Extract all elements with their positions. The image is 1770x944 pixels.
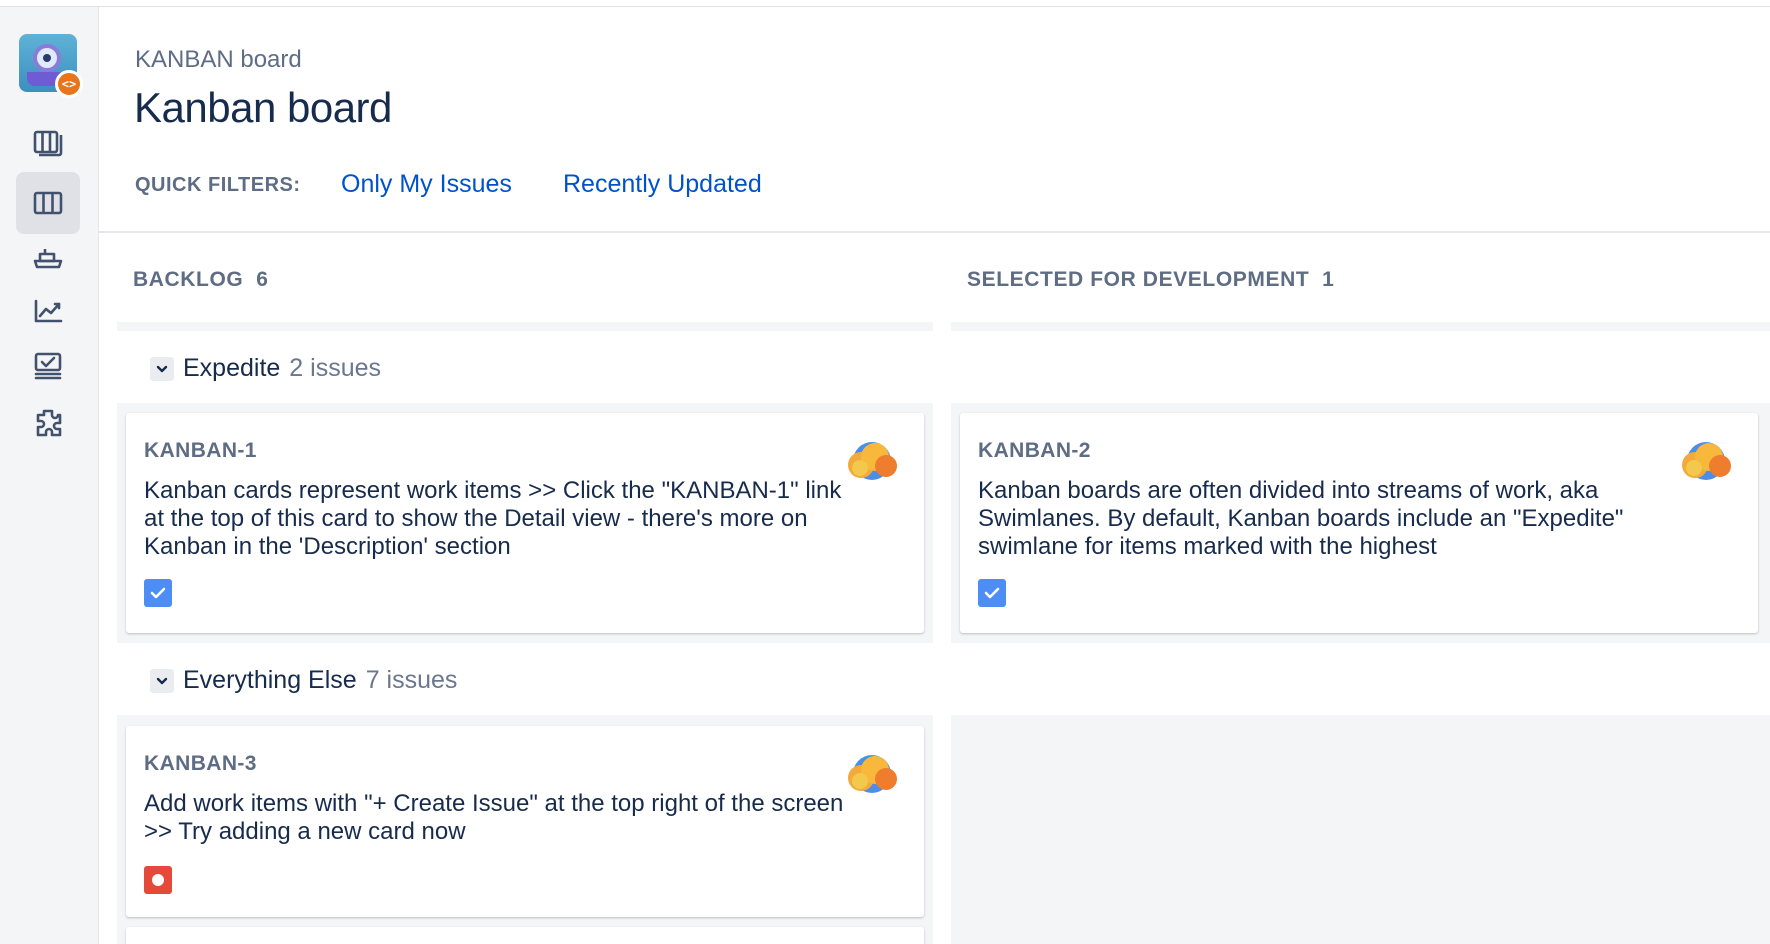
issue-key[interactable]: KANBAN-2	[978, 439, 1091, 463]
backlog-icon[interactable]	[16, 111, 80, 173]
filter-only-my-issues[interactable]: Only My Issues	[341, 170, 512, 199]
addons-icon[interactable]	[16, 392, 80, 454]
code-badge-icon: <>	[55, 70, 83, 98]
lane-cell	[951, 715, 1770, 944]
column-header-backlog: BACKLOG 6	[133, 268, 269, 292]
swimlane-name: Everything Else	[183, 666, 357, 694]
issue-summary: Kanban boards are often divided into str…	[978, 477, 1624, 560]
project-sidebar: <>	[0, 7, 99, 944]
issue-summary: Add work items with "+ Create Issue" at …	[144, 790, 844, 845]
bug-type-icon	[144, 866, 172, 894]
breadcrumb[interactable]: KANBAN board	[135, 46, 302, 74]
page-title: Kanban board	[134, 84, 392, 131]
issue-key[interactable]: KANBAN-3	[144, 752, 257, 776]
column-name: SELECTED FOR DEVELOPMENT	[967, 268, 1310, 291]
issue-card[interactable]: KANBAN-3 Add work items with "+ Create I…	[126, 726, 924, 917]
reports-icon[interactable]	[16, 280, 80, 342]
header-divider	[99, 231, 1770, 233]
project-avatar[interactable]: <>	[19, 34, 83, 98]
swimlane-count: 7 issues	[365, 666, 458, 694]
issues-icon[interactable]	[16, 334, 80, 396]
column-header-selected: SELECTED FOR DEVELOPMENT 1	[967, 268, 1334, 292]
cloud-avatar-icon	[848, 755, 897, 793]
column-divider	[117, 322, 933, 331]
issue-card[interactable]: KANBAN-2 Kanban boards are often divided…	[960, 413, 1758, 633]
cloud-avatar-icon	[1682, 442, 1731, 480]
swimlane-count: 2 issues	[289, 354, 382, 382]
column-divider	[951, 322, 1770, 331]
column-count: 1	[1322, 268, 1335, 291]
chevron-down-icon[interactable]	[150, 356, 174, 381]
quick-filters-label: QUICK FILTERS:	[135, 174, 301, 196]
filter-recently-updated[interactable]: Recently Updated	[563, 170, 762, 199]
top-border	[0, 0, 1770, 7]
column-count: 6	[256, 268, 269, 291]
issue-key[interactable]: KANBAN-1	[144, 439, 257, 463]
task-type-icon	[144, 579, 172, 607]
swimlane-name: Expedite	[183, 354, 281, 382]
issue-card[interactable]	[126, 927, 924, 944]
issue-card[interactable]: KANBAN-1 Kanban cards represent work ite…	[126, 413, 924, 633]
task-type-icon	[978, 579, 1006, 607]
column-name: BACKLOG	[133, 268, 244, 291]
issue-summary: Kanban cards represent work items >> Cli…	[144, 477, 842, 560]
board-icon[interactable]	[16, 172, 80, 234]
robot-icon	[33, 44, 61, 72]
releases-icon[interactable]	[16, 226, 80, 288]
cloud-avatar-icon	[848, 442, 897, 480]
swimlane-everything-else[interactable]: Everything Else 7 issues	[150, 666, 457, 695]
swimlane-expedite[interactable]: Expedite 2 issues	[150, 354, 381, 383]
chevron-down-icon[interactable]	[150, 668, 174, 693]
